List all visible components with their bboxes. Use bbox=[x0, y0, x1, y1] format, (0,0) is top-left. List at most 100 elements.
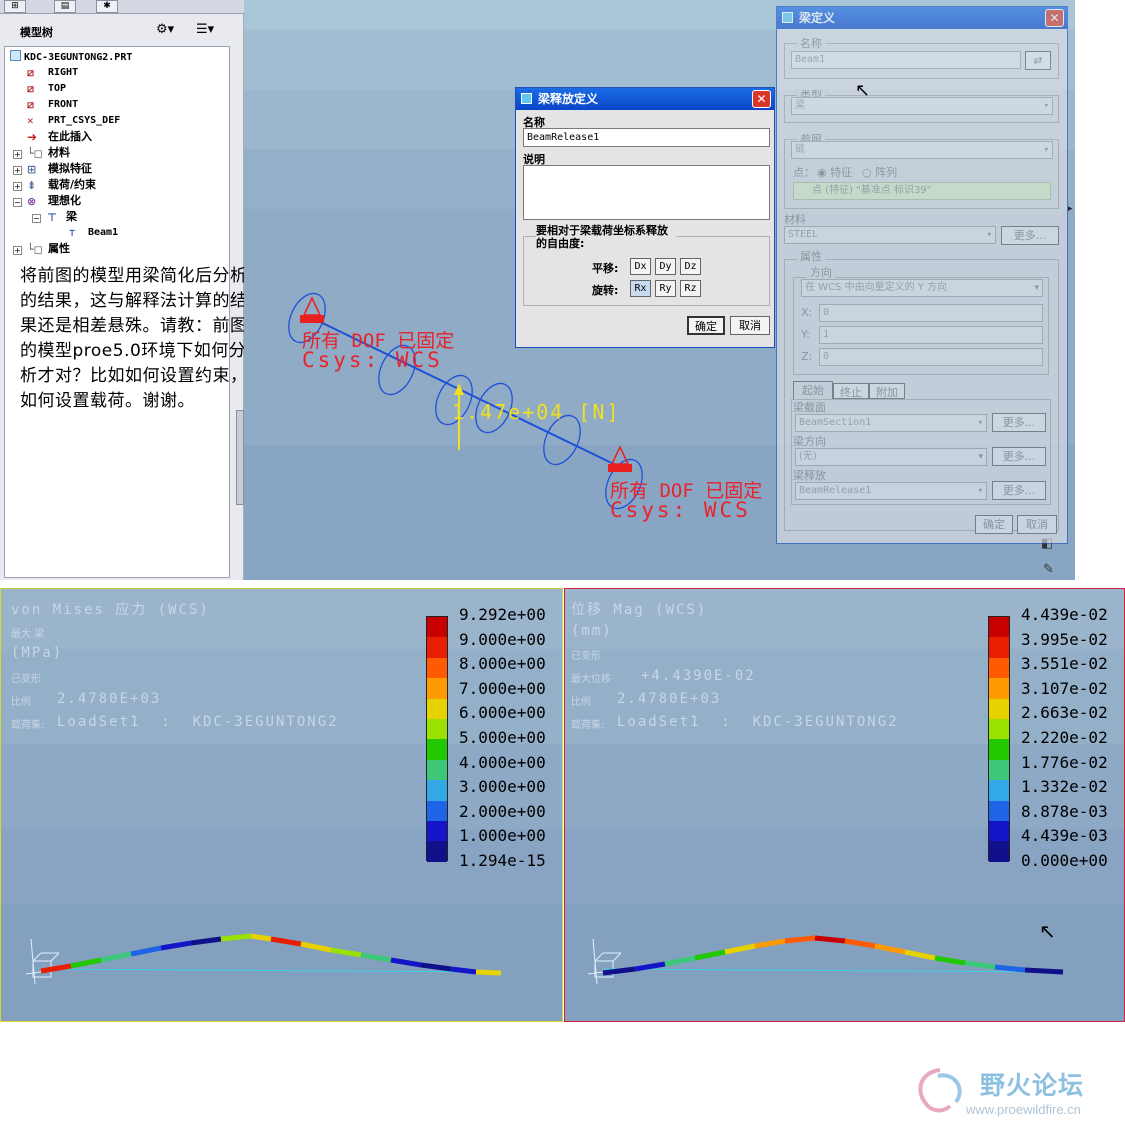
point-reference-field[interactable]: 点 (特征) "基准点 标识39" bbox=[793, 182, 1051, 200]
tree-item-csys[interactable]: ✕ PRT_CSYS_DEF bbox=[27, 114, 120, 128]
x-input[interactable]: 0 bbox=[819, 304, 1043, 322]
ok-button[interactable]: 确定 bbox=[975, 515, 1013, 534]
deformed-beam-plot bbox=[587, 935, 1064, 985]
tab-add[interactable]: 附加 bbox=[869, 383, 905, 399]
rz-toggle[interactable]: Rz bbox=[680, 280, 701, 297]
rx-toggle[interactable]: Rx bbox=[630, 280, 651, 297]
beam-segment bbox=[874, 943, 906, 955]
section-select[interactable]: BeamSection1 bbox=[795, 414, 987, 432]
beam-segment bbox=[390, 957, 422, 968]
deformed-beam-plot bbox=[25, 933, 502, 985]
pick-icon[interactable]: ⇄ bbox=[1025, 51, 1051, 70]
favorites-tab-icon[interactable]: ✱ bbox=[96, 0, 118, 13]
tab-end[interactable]: 终止 bbox=[833, 383, 869, 399]
splitter-handle[interactable] bbox=[236, 410, 244, 505]
beam-segment bbox=[664, 955, 696, 967]
tree-item-root[interactable]: KDC-3EGUNTONG2.PRT bbox=[10, 50, 132, 65]
expand-icon[interactable]: + bbox=[13, 246, 22, 255]
dx-toggle[interactable]: Dx bbox=[630, 258, 651, 275]
beam-segment bbox=[130, 945, 162, 957]
section-more-button[interactable]: 更多... bbox=[992, 413, 1046, 432]
cancel-button[interactable]: 取消 bbox=[730, 316, 770, 335]
z-input[interactable]: 0 bbox=[819, 348, 1043, 366]
rotate-label: 旋转: bbox=[592, 284, 619, 297]
material-select[interactable]: STEEL bbox=[784, 226, 996, 244]
beam-icon: ⊤ bbox=[69, 228, 76, 239]
array-radio[interactable]: ○ 阵列 bbox=[862, 164, 897, 180]
beam-segment bbox=[40, 963, 72, 974]
tree-item-beam1[interactable]: ⊤ Beam1 bbox=[69, 226, 118, 240]
dialog-titlebar[interactable]: 梁释放定义 ✕ bbox=[516, 88, 774, 110]
tree-item-sim-features[interactable]: ⊞ 模拟特征 bbox=[27, 162, 92, 176]
tree-item-materials[interactable]: └◻ 材料 bbox=[27, 146, 70, 160]
tree-item-insert-here[interactable]: ➜ 在此插入 bbox=[27, 130, 92, 144]
tree-header: 模型树 ⚙▾ ☰▾ bbox=[4, 18, 230, 44]
expand-icon[interactable]: + bbox=[13, 166, 22, 175]
beam-segment bbox=[934, 955, 966, 966]
beam-name-input[interactable]: Beam1 bbox=[791, 51, 1021, 69]
type-select[interactable]: 梁 bbox=[791, 97, 1053, 115]
close-icon[interactable]: ✕ bbox=[752, 90, 771, 108]
folder-tab-icon[interactable]: ▤ bbox=[54, 0, 76, 13]
name-label: 名称 bbox=[797, 35, 825, 51]
direction-select[interactable]: 在 WCS 中由向量定义的 Y 方向 bbox=[801, 279, 1043, 297]
tree-item-properties[interactable]: └◻ 属性 bbox=[27, 242, 70, 256]
ok-button[interactable]: 确定 bbox=[687, 316, 725, 335]
reference-select[interactable]: 链 bbox=[791, 141, 1053, 159]
cancel-button[interactable]: 取消 bbox=[1017, 515, 1057, 534]
tree-item-front[interactable]: ⧄ FRONT bbox=[27, 98, 78, 112]
tree-settings-icon[interactable]: ⚙▾ bbox=[156, 22, 174, 37]
expand-icon[interactable]: + bbox=[13, 150, 22, 159]
beam-segment bbox=[994, 964, 1026, 973]
panel-tabs: ⊞ ▤ ✱ bbox=[0, 0, 244, 14]
release-more-button[interactable]: 更多... bbox=[992, 481, 1046, 500]
forum-watermark: 野火论坛 www.proewildfire.cn bbox=[910, 1062, 1115, 1124]
description-textarea[interactable] bbox=[523, 165, 770, 220]
triad-icon bbox=[587, 938, 626, 985]
collapse-icon[interactable]: − bbox=[32, 214, 41, 223]
displacement-result-window[interactable]: 位移 Mag (WCS) (mm) 已变形 最大位移 +4.4390E-02 比… bbox=[564, 588, 1125, 1022]
expand-icon[interactable]: + bbox=[13, 182, 22, 191]
release-select[interactable]: BeamRelease1 bbox=[795, 482, 987, 500]
tree-columns-icon[interactable]: ☰▾ bbox=[196, 22, 214, 37]
beam-segment bbox=[724, 943, 756, 955]
close-icon[interactable]: ✕ bbox=[1045, 9, 1064, 27]
beam-segment bbox=[1024, 967, 1064, 975]
undeformed-beam bbox=[40, 968, 502, 973]
tree-item-right[interactable]: ⧄ RIGHT bbox=[27, 66, 78, 80]
folder-icon: └◻ bbox=[27, 147, 43, 160]
ry-toggle[interactable]: Ry bbox=[655, 280, 676, 297]
y-label: Y: bbox=[801, 328, 810, 341]
beam-segment bbox=[844, 938, 876, 949]
idealization-icon: ⊗ bbox=[27, 195, 37, 208]
forum-url: www.proewildfire.cn bbox=[966, 1102, 1081, 1117]
release-name-input[interactable]: BeamRelease1 bbox=[523, 128, 770, 147]
stress-result-window[interactable]: von Mises 应力 (WCS) 最大 梁 (MPa) 已变形 比例 2.4… bbox=[0, 588, 563, 1022]
beam-segment bbox=[602, 966, 636, 976]
material-label: 材料 bbox=[784, 213, 806, 226]
tab-start[interactable]: 起始 bbox=[793, 381, 833, 399]
stress-beam-segments bbox=[40, 933, 502, 976]
dialog-titlebar[interactable]: 梁定义 ✕ bbox=[777, 7, 1067, 29]
dz-toggle[interactable]: Dz bbox=[680, 258, 701, 275]
tree-tab-icon[interactable]: ⊞ bbox=[4, 0, 26, 13]
tree-item-loads[interactable]: ⇟ 载荷/约束 bbox=[27, 178, 96, 192]
beam-segment bbox=[420, 962, 452, 972]
pencil-icon[interactable]: ✎ bbox=[1043, 562, 1061, 578]
tree-item-idealization[interactable]: ⊗ 理想化 bbox=[27, 194, 81, 208]
orientation-select[interactable]: (无) bbox=[795, 448, 987, 466]
tree-item-top[interactable]: ⧄ TOP bbox=[27, 82, 66, 96]
collapse-icon[interactable]: − bbox=[13, 198, 22, 207]
triad-icon bbox=[25, 938, 64, 985]
material-more-button[interactable]: 更多... bbox=[1001, 226, 1059, 245]
beam-definition-dialog: 梁定义 ✕ 名称 Beam1 ⇄ 类型 梁 参照 链 点： ◉ 特征 ○ 阵列 … bbox=[776, 6, 1068, 544]
orientation-more-button[interactable]: 更多... bbox=[992, 447, 1046, 466]
direction-label: 方向 bbox=[807, 264, 835, 280]
feature-radio[interactable]: ◉ 特征 bbox=[817, 164, 852, 180]
dy-toggle[interactable]: Dy bbox=[655, 258, 676, 275]
beam-segment bbox=[220, 933, 252, 942]
dialog-icon bbox=[782, 12, 793, 23]
constraint-marker bbox=[300, 315, 324, 323]
tree-item-beam-group[interactable]: ⊤ 梁 bbox=[47, 210, 77, 224]
y-input[interactable]: 1 bbox=[819, 326, 1043, 344]
